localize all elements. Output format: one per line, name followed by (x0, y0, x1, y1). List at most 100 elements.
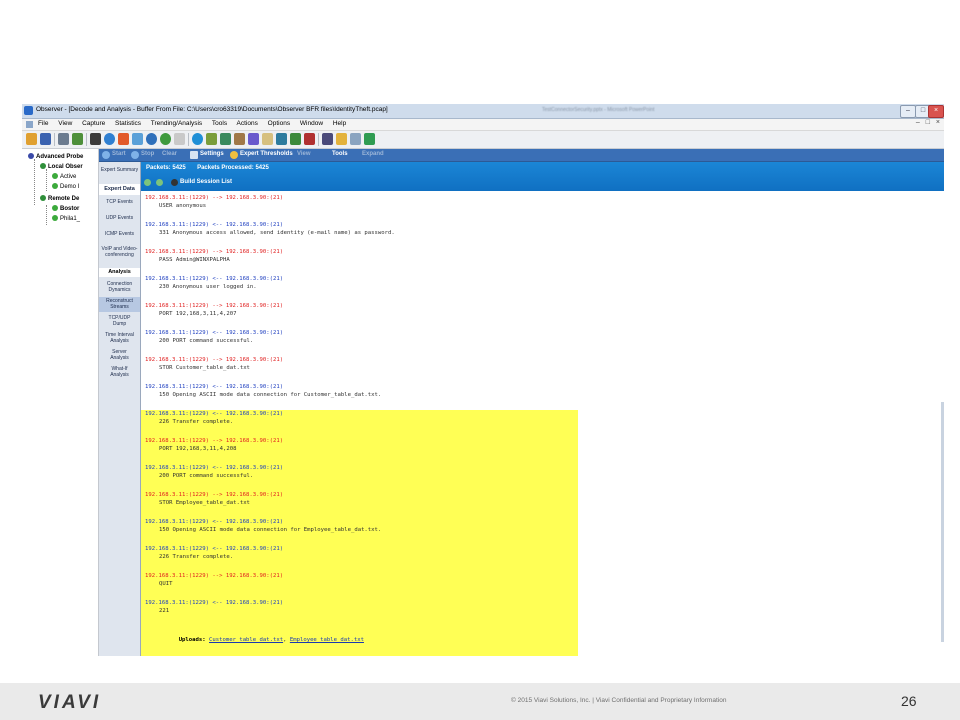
build-session-list-button[interactable]: Build Session List (180, 179, 232, 185)
nav-what-if[interactable]: What-If Analysis (99, 366, 140, 378)
back-arrow-icon[interactable] (144, 179, 151, 186)
settings-button[interactable]: Settings (200, 151, 224, 157)
stream-header-line: 192.168.3.11:(1229) <-- 192.168.3.90:(21… (145, 465, 284, 471)
expert-thresholds-button[interactable]: Expert Thresholds (240, 151, 293, 157)
chart-icon[interactable] (132, 133, 143, 145)
vertical-scrollbar[interactable] (941, 402, 944, 642)
capture-icon[interactable] (72, 133, 83, 145)
window-icon[interactable] (350, 133, 361, 145)
tree-item-advanced-probe[interactable]: Advanced Probe (28, 152, 83, 162)
expert-icon[interactable] (160, 133, 171, 145)
stream-payload-line: STOR Customer_table_dat.txt (159, 365, 250, 371)
trend-icon[interactable] (206, 133, 217, 145)
stream-payload-line: 150 Opening ASCII mode data connection f… (159, 392, 382, 398)
grid-icon[interactable] (364, 133, 375, 145)
stream-payload-line: 150 Opening ASCII mode data connection f… (159, 527, 382, 533)
probe-icon[interactable] (58, 133, 69, 145)
observer-app-icon (24, 106, 33, 115)
nav-server-analysis[interactable]: Server Analysis (99, 349, 140, 361)
book-icon[interactable] (262, 133, 273, 145)
thresholds-icon (230, 151, 238, 159)
menu-view[interactable]: View (58, 120, 72, 127)
tree-item-local-observer[interactable]: Local Obser (40, 162, 83, 172)
toolbar-separator (54, 133, 55, 146)
stream-payload-line: QUIT (159, 581, 173, 587)
close-button[interactable]: × (928, 105, 944, 118)
analysis-toolbar: Start Stop Clear Settings Expert Thresho… (99, 149, 944, 162)
nav-udp-events[interactable]: UDP Events (99, 215, 140, 221)
search-icon[interactable] (248, 133, 259, 145)
menu-capture[interactable]: Capture (82, 120, 105, 127)
mdi-window-controls[interactable]: – □ × (916, 119, 942, 126)
toolbar-separator (86, 133, 87, 146)
menu-tools[interactable]: Tools (212, 120, 227, 127)
menu-options[interactable]: Options (268, 120, 290, 127)
nav-tcp-events[interactable]: TCP Events (99, 199, 140, 205)
minimize-button[interactable]: – (900, 105, 916, 118)
stream-payload-line: PORT 192,168,3,11,4,207 (159, 311, 237, 317)
expand-button[interactable]: Expand (362, 151, 384, 157)
menu-statistics[interactable]: Statistics (115, 120, 141, 127)
upload-link-customer[interactable]: Customer_table_dat.txt (209, 637, 283, 643)
open-icon[interactable] (26, 133, 37, 145)
upload-link-employee[interactable]: Employee_table_dat.txt (290, 637, 364, 643)
tip-icon[interactable] (336, 133, 347, 145)
nav-expert-data[interactable]: Expert Data (99, 184, 140, 195)
start-button[interactable]: Start (112, 151, 126, 157)
menu-trending-analysis[interactable]: Trending/Analysis (151, 120, 202, 127)
probe-icon (28, 153, 34, 160)
view-menu[interactable]: View (297, 151, 311, 157)
nav-expert-summary[interactable]: Expert Summary (99, 165, 140, 183)
clear-button[interactable]: Clear (162, 151, 177, 157)
stream-payload-line: 200 PORT command successful. (159, 338, 254, 344)
decode-icon[interactable] (146, 133, 157, 145)
database-icon[interactable] (276, 133, 287, 145)
packets-label: Packets: (146, 165, 171, 171)
stream-decode-area[interactable]: 192.168.3.11:(1229) --> 192.168.3.90:(21… (141, 192, 944, 656)
tree-item-active[interactable]: Active (52, 172, 76, 182)
packets-processed-label: Packets Processed: (197, 165, 254, 171)
key-icon[interactable] (322, 133, 333, 145)
settings-icon (190, 151, 198, 159)
tools-icon[interactable] (234, 133, 245, 145)
stream-header-line: 192.168.3.11:(1229) --> 192.168.3.90:(21… (145, 195, 284, 201)
stop-button[interactable]: Stop (141, 151, 154, 157)
toolbar-separator (188, 133, 189, 146)
build-session-icon (171, 179, 178, 186)
stream-header-line: 192.168.3.11:(1229) <-- 192.168.3.90:(21… (145, 276, 284, 282)
main-toolbar (22, 131, 944, 149)
network-icon[interactable] (118, 133, 129, 145)
globe-icon[interactable] (104, 133, 115, 145)
report-icon[interactable] (290, 133, 301, 145)
probe-icon (40, 195, 46, 202)
stream-payload-line: 331 Anonymous access allowed, send ident… (159, 230, 395, 236)
menu-window[interactable]: Window (300, 120, 323, 127)
menu-file[interactable]: File (38, 120, 48, 127)
forward-arrow-icon[interactable] (156, 179, 163, 186)
tree-item-demo[interactable]: Demo I (52, 182, 79, 192)
nav-analysis-header[interactable]: Analysis (99, 268, 140, 277)
tree-item-remote[interactable]: Remote De (40, 194, 79, 204)
nav-connection-dynamics[interactable]: Connection Dynamics (99, 281, 140, 293)
tools-menu[interactable]: Tools (332, 151, 348, 157)
stream-payload-line: 221 (159, 608, 170, 614)
statistics-icon[interactable] (192, 133, 203, 145)
tree-item-phila[interactable]: Phila1_ (52, 214, 80, 224)
filter-icon[interactable] (174, 133, 185, 145)
uploads-label: Uploads: (178, 637, 206, 643)
packets-processed-value: 5425 (255, 165, 269, 171)
monitor-icon[interactable] (90, 133, 101, 145)
nav-icmp-events[interactable]: ICMP Events (99, 231, 140, 237)
nav-tcp-udp-dump[interactable]: TCP/UDP Dump (99, 315, 140, 327)
help-icon[interactable] (304, 133, 315, 145)
nav-reconstruct-streams[interactable]: Reconstruct Streams (99, 297, 140, 312)
nav-voip[interactable]: VoIP and Video-conferencing (99, 246, 140, 258)
menu-actions[interactable]: Actions (237, 120, 258, 127)
tree-item-boston[interactable]: Bostor (52, 204, 79, 214)
menu-help[interactable]: Help (333, 120, 346, 127)
stream-header-line: 192.168.3.11:(1229) <-- 192.168.3.90:(21… (145, 600, 284, 606)
nav-time-interval[interactable]: Time Interval Analysis (99, 332, 140, 344)
window-title: Observer - [Decode and Analysis - Buffer… (36, 106, 388, 113)
save-icon[interactable] (40, 133, 51, 145)
graph-icon[interactable] (220, 133, 231, 145)
